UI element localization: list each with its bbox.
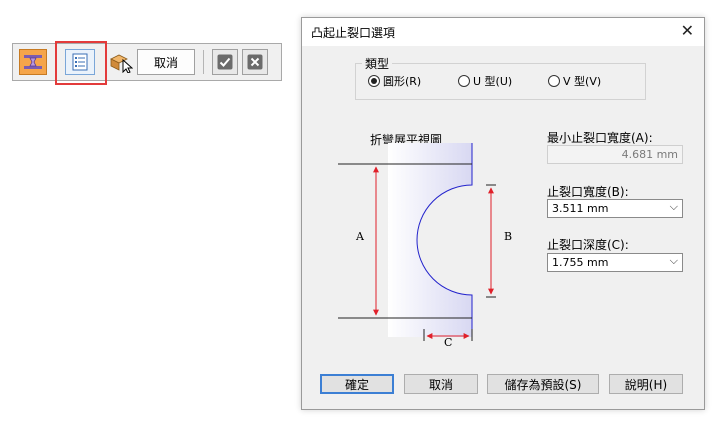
- radio-u-shape[interactable]: U 型(U): [458, 73, 512, 89]
- select-face-button[interactable]: [107, 49, 135, 75]
- help-button[interactable]: 說明(H): [609, 374, 683, 394]
- relief-width-combobox[interactable]: 3.511 mm ⌵: [547, 199, 683, 218]
- dialog-close-icon[interactable]: ✕: [681, 21, 694, 40]
- cancel-button[interactable]: 取消: [404, 374, 478, 394]
- close-icon: [247, 54, 263, 70]
- select-face-cursor-icon: [110, 54, 133, 73]
- toolbar-accept-button[interactable]: [212, 49, 238, 75]
- relief-width-label: 止裂口寬度(B):: [547, 185, 629, 199]
- dimension-a-label: A: [355, 230, 365, 243]
- relief-depth-label: 止裂口深度(C):: [547, 238, 629, 252]
- radio-v-shape[interactable]: V 型(V): [548, 73, 601, 89]
- checkmark-icon: [217, 54, 233, 70]
- min-width-value: 4.681 mm: [621, 148, 678, 161]
- relief-depth-combobox[interactable]: 1.755 mm ⌵: [547, 253, 683, 272]
- relief-width-value: 3.511 mm: [552, 202, 609, 215]
- radio-v-shape-label: V 型(V): [563, 75, 602, 88]
- toolbar-close-button[interactable]: [242, 49, 268, 75]
- dialog-title: 凸起止裂口選項: [311, 26, 396, 40]
- sheet-metal-relief-icon: [24, 55, 42, 69]
- relief-toolbar: 取消: [12, 43, 282, 81]
- radio-round-indicator[interactable]: [368, 75, 380, 87]
- toolbar-separator: [203, 50, 204, 74]
- dimension-b-label: B: [504, 230, 512, 243]
- flat-region: [388, 143, 472, 337]
- min-width-field: 4.681 mm: [547, 145, 683, 164]
- flat-pattern-diagram: A B C: [338, 143, 512, 349]
- radio-u-shape-indicator[interactable]: [458, 75, 470, 87]
- ok-button[interactable]: 確定: [320, 374, 394, 394]
- toolbar-cancel-button[interactable]: 取消: [137, 49, 195, 75]
- dialog-titlebar: 凸起止裂口選項 ✕: [302, 18, 704, 46]
- chevron-down-icon[interactable]: ⌵: [670, 200, 678, 214]
- radio-v-shape-indicator[interactable]: [548, 75, 560, 87]
- relief-options-button[interactable]: [65, 49, 95, 75]
- relief-type-button[interactable]: [19, 49, 47, 75]
- chevron-down-icon[interactable]: ⌵: [670, 254, 678, 268]
- type-group-label: 類型: [362, 55, 393, 72]
- radio-round[interactable]: 圓形(R): [368, 73, 421, 89]
- relief-depth-value: 1.755 mm: [552, 256, 609, 269]
- min-width-label: 最小止裂口寬度(A):: [547, 131, 653, 145]
- radio-u-shape-label: U 型(U): [473, 75, 513, 88]
- save-default-button[interactable]: 儲存為預設(S): [487, 374, 599, 394]
- relief-options-dialog: 凸起止裂口選項 ✕ 類型 圓形(R) U 型(U) V 型(V) 折彎展平視圖: [301, 17, 705, 410]
- radio-round-label: 圓形(R): [383, 75, 422, 88]
- dimension-c-label: C: [444, 336, 452, 349]
- options-list-icon: [72, 53, 88, 71]
